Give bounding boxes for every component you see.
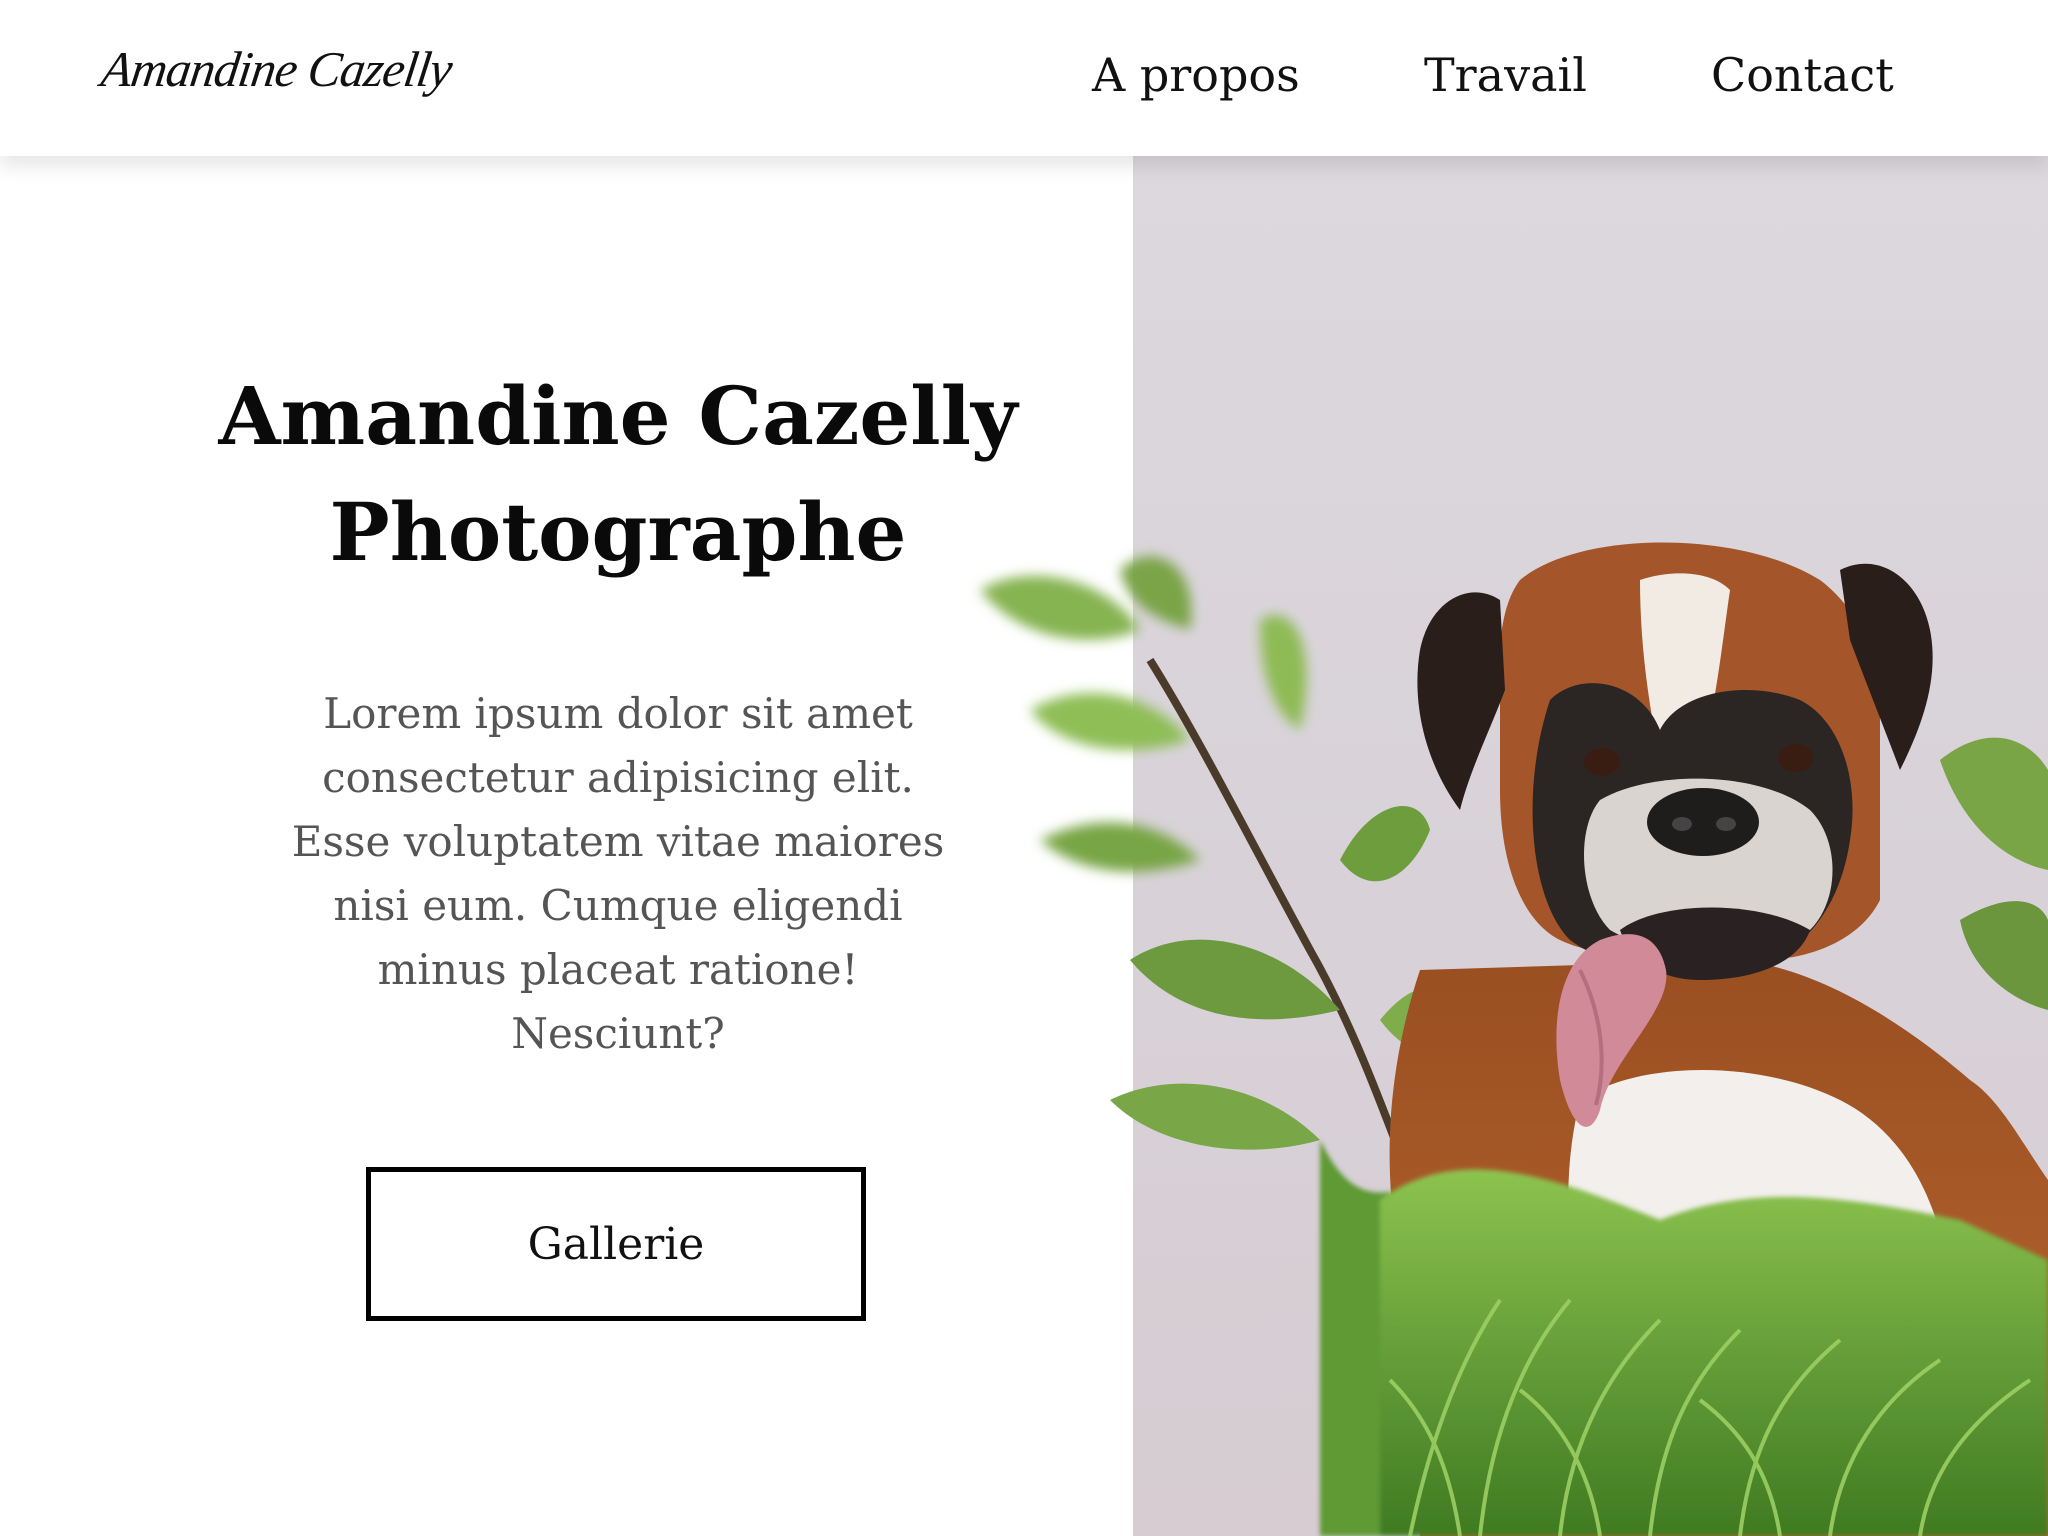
plant-leaves xyxy=(980,556,1307,872)
nav-link-travail[interactable]: Travail xyxy=(1424,48,1587,102)
hero-dog-photo xyxy=(980,542,2048,1536)
nav-link-a-propos[interactable]: A propos xyxy=(1092,48,1300,102)
site-logo[interactable]: Amandine Cazelly xyxy=(98,40,455,98)
hero-title-role: Photographe xyxy=(329,485,907,579)
nav-link-contact[interactable]: Contact xyxy=(1711,48,1894,102)
hero-title-name: Amandine Cazelly xyxy=(218,369,1018,463)
site-header: Amandine Cazelly A propos Travail Contac… xyxy=(0,0,2048,156)
gallery-button[interactable]: Gallerie xyxy=(366,1167,866,1321)
hero-title: Amandine Cazelly Photographe xyxy=(150,358,1086,590)
hero-description: Lorem ipsum dolor sit amet consectetur a… xyxy=(291,689,945,1058)
page: Amandine Cazelly A propos Travail Contac… xyxy=(0,0,2048,1536)
